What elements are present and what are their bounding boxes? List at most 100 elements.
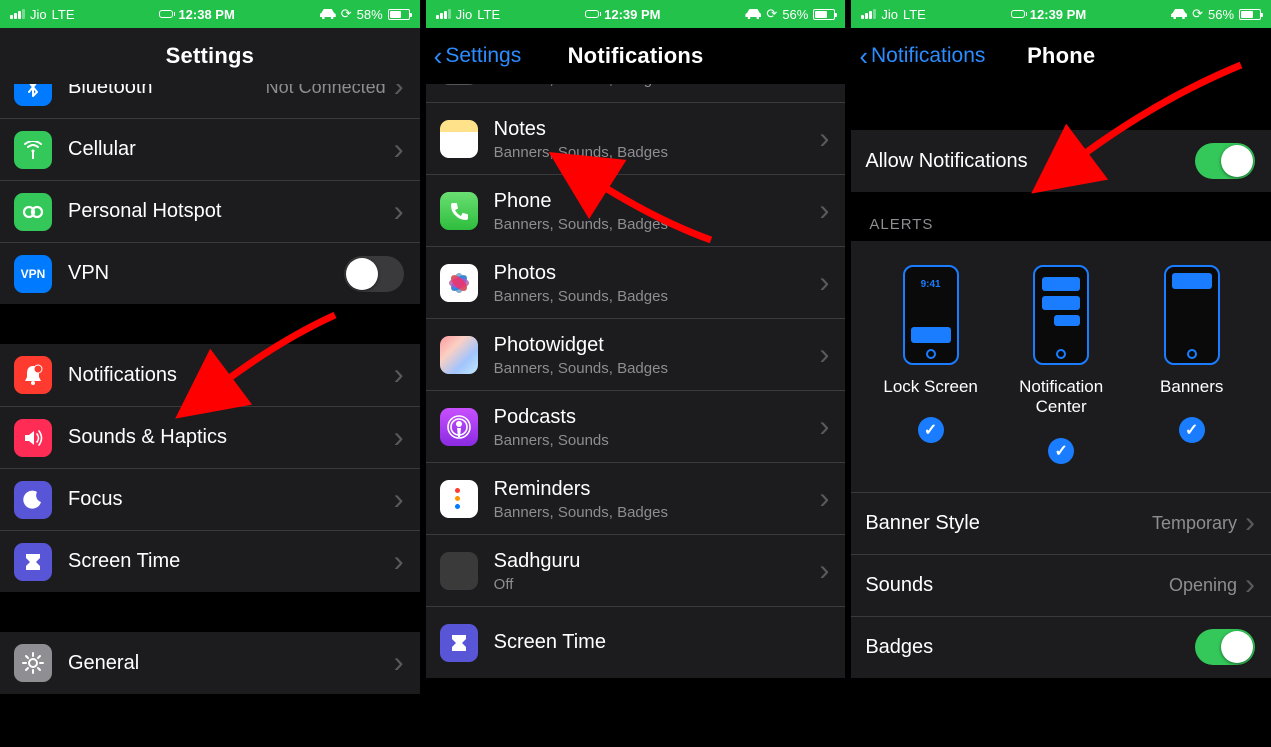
- row-bluetooth[interactable]: Bluetooth Not Connected ›: [0, 84, 420, 118]
- back-button[interactable]: ‹ Notifications: [859, 43, 985, 69]
- app-label: Screen Time: [494, 630, 830, 655]
- row-allow-notifications[interactable]: Allow Notifications: [851, 130, 1271, 192]
- app-row-reminders[interactable]: RemindersBanners, Sounds, Badges ›: [426, 462, 846, 534]
- chevron-right-icon: ›: [394, 648, 404, 678]
- carrier-label: Jio: [881, 7, 898, 22]
- rotation-lock-icon: ⟳: [766, 6, 777, 22]
- app-sub: Banners, Sounds: [494, 432, 820, 449]
- app-row-notes[interactable]: Notes Banners, Sounds, Badges ›: [426, 102, 846, 174]
- check-icon: ✓: [1179, 417, 1205, 443]
- nav-bar: ‹ Settings Notifications: [426, 28, 846, 84]
- alert-label: Notification Center: [997, 377, 1126, 418]
- screentime-icon: [14, 543, 52, 581]
- alert-style-banners[interactable]: Banners ✓: [1127, 265, 1256, 464]
- row-label: Badges: [865, 635, 1195, 660]
- photos-icon: [440, 264, 478, 302]
- allow-toggle[interactable]: [1195, 143, 1255, 179]
- screentime-icon: [440, 624, 478, 662]
- phone-icon: [440, 192, 478, 230]
- carrier-label: Jio: [30, 7, 47, 22]
- row-sounds[interactable]: Sounds Opening ›: [851, 554, 1271, 616]
- row-banner-style[interactable]: Banner Style Temporary ›: [851, 492, 1271, 554]
- alerts-header: ALERTS: [851, 192, 1271, 241]
- rotation-lock-icon: ⟳: [1192, 6, 1203, 22]
- app-row-sadhguru[interactable]: SadhguruOff ›: [426, 534, 846, 606]
- row-notifications[interactable]: Notifications ›: [0, 344, 420, 406]
- alerts-section: Lock Screen ✓ Notification Center ✓ Bann…: [851, 241, 1271, 492]
- lockscreen-preview-icon: [903, 265, 959, 365]
- row-label: Notifications: [68, 363, 394, 388]
- row-label: Allow Notifications: [865, 149, 1195, 174]
- photowidget-icon: [440, 336, 478, 374]
- row-label: Cellular: [68, 137, 394, 162]
- app-sub: Banners, Sounds, Badges: [494, 144, 820, 161]
- screen-phone-notifications: Jio LTE 12:39 PM ⟳ 56% ‹ Notifications P…: [851, 0, 1271, 747]
- carplay-icon: [745, 9, 761, 19]
- signal-bars-icon: [10, 9, 25, 19]
- row-cellular[interactable]: Cellular ›: [0, 118, 420, 180]
- row-sounds[interactable]: Sounds & Haptics ›: [0, 406, 420, 468]
- app-sub: Banners, Sounds, Badges: [494, 216, 820, 233]
- back-button[interactable]: ‹ Settings: [434, 43, 522, 69]
- notifications-icon: [14, 356, 52, 394]
- hotspot-icon: [14, 193, 52, 231]
- row-label: Focus: [68, 487, 394, 512]
- battery-pct: 56%: [1208, 7, 1234, 22]
- chevron-right-icon: ›: [394, 423, 404, 453]
- network-label: LTE: [52, 7, 75, 22]
- row-general[interactable]: General ›: [0, 632, 420, 694]
- app-icon: [440, 84, 478, 85]
- app-label: Reminders: [494, 477, 820, 502]
- reminders-icon: [440, 480, 478, 518]
- row-label: Banner Style: [865, 511, 1152, 536]
- row-focus[interactable]: Focus ›: [0, 468, 420, 530]
- badges-toggle[interactable]: [1195, 629, 1255, 665]
- alert-style-lockscreen[interactable]: Lock Screen ✓: [866, 265, 995, 464]
- carplay-icon: [1171, 9, 1187, 19]
- row-screentime[interactable]: Screen Time ›: [0, 530, 420, 592]
- chevron-right-icon: ›: [819, 268, 829, 298]
- app-row-prev[interactable]: Banners, Sounds, Badges ›: [426, 84, 846, 102]
- nc-preview-icon: [1033, 265, 1089, 365]
- app-label: Notes: [494, 117, 820, 142]
- row-hotspot[interactable]: Personal Hotspot ›: [0, 180, 420, 242]
- row-value: Opening: [1169, 575, 1237, 596]
- alert-style-nc[interactable]: Notification Center ✓: [997, 265, 1126, 464]
- carplay-icon: [320, 9, 336, 19]
- focus-icon: [14, 481, 52, 519]
- clock-label: 12:39 PM: [1030, 7, 1086, 22]
- app-row-photowidget[interactable]: Photowidget Banners, Sounds, Badges ›: [426, 318, 846, 390]
- vpn-toggle[interactable]: [344, 256, 404, 292]
- app-row-screentime[interactable]: Screen Time: [426, 606, 846, 678]
- check-icon: ✓: [1048, 438, 1074, 464]
- clock-label: 12:39 PM: [604, 7, 660, 22]
- podcasts-icon: [440, 408, 478, 446]
- alert-label: Banners: [1160, 377, 1223, 397]
- row-label: VPN: [68, 261, 344, 286]
- chevron-right-icon: ›: [819, 340, 829, 370]
- row-badges[interactable]: Badges: [851, 616, 1271, 678]
- app-label: Podcasts: [494, 405, 820, 430]
- row-label: Sounds & Haptics: [68, 425, 394, 450]
- carrier-label: Jio: [456, 7, 473, 22]
- row-label: Personal Hotspot: [68, 199, 394, 224]
- row-label: Screen Time: [68, 549, 394, 574]
- app-sub: Banners, Sounds, Badges: [494, 360, 820, 377]
- back-label: Settings: [445, 44, 521, 68]
- screen-notifications: Jio LTE 12:39 PM ⟳ 56% ‹ Settings Notifi…: [426, 0, 846, 747]
- app-sub: Banners, Sounds, Badges: [494, 288, 820, 305]
- clock-label: 12:38 PM: [178, 7, 234, 22]
- notes-icon: [440, 120, 478, 158]
- app-row-podcasts[interactable]: PodcastsBanners, Sounds ›: [426, 390, 846, 462]
- battery-icon: [813, 9, 835, 20]
- chevron-right-icon: ›: [1245, 508, 1255, 538]
- chevron-right-icon: ›: [819, 124, 829, 154]
- chevron-right-icon: ›: [394, 485, 404, 515]
- app-label: Photowidget: [494, 333, 820, 358]
- row-vpn[interactable]: VPN VPN: [0, 242, 420, 304]
- hotspot-status-icon: [159, 10, 173, 18]
- hotspot-status-icon: [1011, 10, 1025, 18]
- app-row-phone[interactable]: PhoneBanners, Sounds, Badges ›: [426, 174, 846, 246]
- signal-bars-icon: [436, 9, 451, 19]
- app-row-photos[interactable]: PhotosBanners, Sounds, Badges ›: [426, 246, 846, 318]
